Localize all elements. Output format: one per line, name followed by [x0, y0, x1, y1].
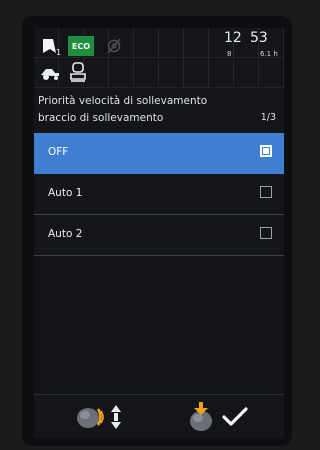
clock-hour: 12 [224, 30, 242, 46]
cabin-icon [70, 62, 86, 82]
clock-minute: 53 [250, 30, 268, 46]
option-label: Auto 1 [48, 187, 83, 199]
option-off[interactable]: OFF [34, 133, 284, 174]
option-label: Auto 2 [48, 228, 83, 240]
hour-meter: 6.1 h [260, 50, 278, 58]
option-list: OFF Auto 1 Auto 2 [34, 133, 284, 256]
option-checkbox[interactable] [260, 186, 272, 198]
rotary-knob-icon[interactable] [74, 403, 130, 431]
gear-disabled-icon [107, 38, 121, 54]
option-auto-1[interactable]: Auto 1 [34, 174, 284, 215]
option-label: OFF [48, 146, 69, 158]
status-bar: 1 ECO 12 53 8 6.1 h [34, 28, 284, 88]
navigation-index: 1 [56, 48, 62, 57]
tractor-icon [41, 69, 59, 80]
option-checkbox[interactable] [260, 145, 272, 157]
status-value-left: 8 [227, 50, 232, 58]
page-indicator: 1/3 [260, 112, 276, 123]
confirm-softkey[interactable] [184, 401, 256, 433]
option-auto-2[interactable]: Auto 2 [34, 215, 284, 256]
up-down-arrows-icon [111, 405, 121, 429]
terminal-screen: 1 ECO 12 53 8 6.1 h Priorità velocità di… [34, 28, 284, 438]
page-title-line1: Priorità velocità di sollevamento [38, 95, 208, 107]
eco-badge: ECO [68, 36, 94, 56]
checkmark-icon [222, 407, 248, 426]
page-title-line2: braccio di sollevamento [38, 112, 164, 124]
knob-press-icon [190, 402, 212, 431]
page-header: Priorità velocità di sollevamento bracci… [34, 88, 284, 133]
option-checkbox[interactable] [260, 227, 272, 239]
softkey-bar [34, 394, 284, 438]
